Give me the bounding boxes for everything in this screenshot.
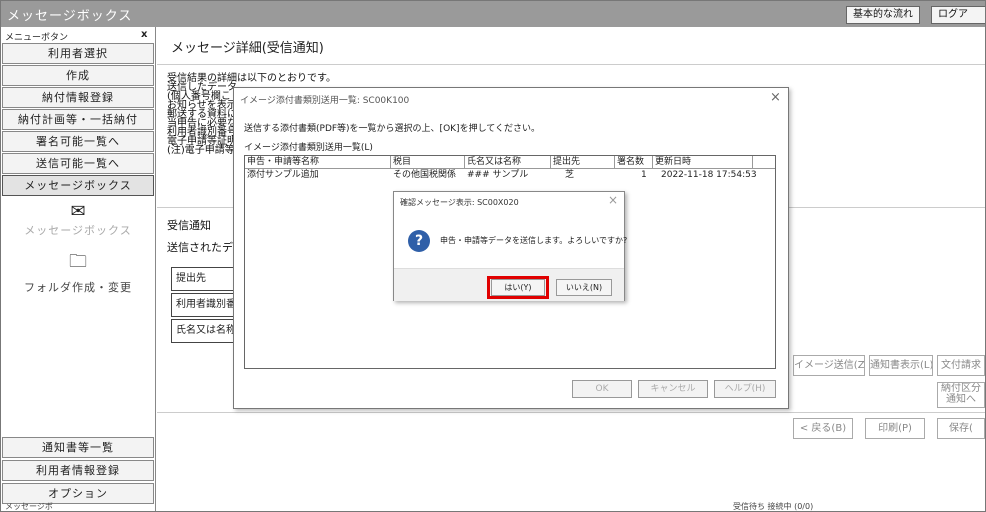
cell: 2022-11-18 17:54:53 <box>661 170 757 180</box>
help-button[interactable]: ヘルプ(H) <box>714 380 776 398</box>
sidebar-item-message-box[interactable]: メッセージボックス <box>2 175 154 196</box>
section-label: 受信通知 <box>167 219 211 232</box>
dialog-title: 確認メッセージ表示: SC00X020 <box>400 198 519 207</box>
column-header[interactable]: 申告・申請等名称 <box>245 156 391 169</box>
status-bar: メッセージボ 受信待ち 接続中 (0/0) <box>1 501 985 511</box>
cell: その他国税関係 <box>393 170 457 180</box>
dialog-title: イメージ添付書類別送用一覧: SC00K100 <box>240 96 410 106</box>
sidebar-close-icon[interactable]: x <box>141 29 147 40</box>
dialog-footer: はい(Y) いいえ(N) <box>394 268 624 301</box>
notice-display-button[interactable]: 通知書表示(L) <box>869 355 933 376</box>
sidebar-icon-folder[interactable]: 🗀 フォルダ作成・変更 <box>1 249 155 295</box>
logout-button[interactable]: ログア <box>931 6 985 24</box>
sidebar-item-notice-list[interactable]: 通知書等一覧 <box>2 437 154 458</box>
list-header: 申告・申請等名称 税目 氏名又は名称 提出先 署名数 更新日時 <box>245 156 775 169</box>
sidebar-icon-message-box[interactable]: ✉ メッセージボックス <box>1 201 155 238</box>
cancel-button[interactable]: キャンセル <box>638 380 708 398</box>
table-row[interactable]: 添付サンプル追加 その他国税関係 ### サンプル 芝 1 2022-11-18… <box>245 169 775 181</box>
confirm-message: 申告・申請等データを送信します。よろしいですか? <box>440 236 628 245</box>
sidebar: メニューボタン x 利用者選択 作成 納付情報登録 納付計画等・一括納付 署名可… <box>1 27 156 511</box>
bg-text-line: (注)電子申請等 <box>167 145 235 156</box>
status-left: メッセージボ <box>5 502 53 511</box>
question-icon: ? <box>408 230 430 252</box>
close-icon[interactable]: × <box>608 193 618 207</box>
list-label: イメージ添付書類別送用一覧(L) <box>244 143 373 153</box>
divider <box>157 412 985 413</box>
folder-icon: 🗀 <box>69 251 87 272</box>
column-header[interactable]: 提出先 <box>551 156 615 169</box>
image-send-button[interactable]: イメージ送信(Z) <box>793 355 865 376</box>
no-button[interactable]: いいえ(N) <box>556 279 612 296</box>
column-header[interactable]: 署名数 <box>615 156 653 169</box>
status-right: 受信待ち 接続中 (0/0) <box>733 502 814 511</box>
app-window: メッセージボックス 基本的な流れ ログア メニューボタン x 利用者選択 作成 … <box>0 0 986 512</box>
sidebar-item-payment-plan[interactable]: 納付計画等・一括納付 <box>2 109 154 130</box>
confirm-dialog: 確認メッセージ表示: SC00X020 × ? 申告・申請等データを送信します。… <box>393 191 628 301</box>
column-header[interactable]: 更新日時 <box>653 156 753 169</box>
window-title: メッセージボックス <box>7 9 133 24</box>
sidebar-item-user-info[interactable]: 利用者情報登録 <box>2 460 154 481</box>
sidebar-item-create[interactable]: 作成 <box>2 65 154 86</box>
sidebar-item-user-select[interactable]: 利用者選択 <box>2 43 154 64</box>
divider <box>157 64 985 65</box>
dialog-instruction: 送信する添付書類(PDF等)を一覧から選択の上、[OK]を押してください。 <box>244 124 541 134</box>
back-button[interactable]: < 戻る(B) <box>793 418 853 439</box>
cell: 添付サンプル追加 <box>247 170 319 180</box>
mail-icon: ✉ <box>70 201 86 222</box>
save-button[interactable]: 保存( <box>937 418 985 439</box>
cell: 芝 <box>565 170 575 180</box>
print-button[interactable]: 印刷(P) <box>865 418 925 439</box>
close-icon[interactable]: × <box>770 90 781 105</box>
basic-flow-button[interactable]: 基本的な流れ <box>846 6 920 24</box>
column-header[interactable]: 税目 <box>391 156 465 169</box>
sidebar-icon-label: メッセージボックス <box>24 224 132 237</box>
page-title: メッセージ詳細(受信通知) <box>171 41 324 56</box>
payment-class-button[interactable]: 納付区分 通知へ <box>937 382 985 408</box>
title-bar: メッセージボックス 基本的な流れ ログア <box>1 1 985 27</box>
sidebar-icon-label: フォルダ作成・変更 <box>24 281 132 294</box>
issue-request-button[interactable]: 文付請求 <box>937 355 985 376</box>
sidebar-item-sendable-list[interactable]: 送信可能一覧へ <box>2 153 154 174</box>
cell: ### サンプル <box>467 170 529 180</box>
sidebar-menu-label: メニューボタン <box>5 33 69 43</box>
ok-button[interactable]: OK <box>572 380 632 398</box>
cell: 1 <box>641 170 647 180</box>
sidebar-item-payment-info[interactable]: 納付情報登録 <box>2 87 154 108</box>
sidebar-item-signable-list[interactable]: 署名可能一覧へ <box>2 131 154 152</box>
yes-button[interactable]: はい(Y) <box>491 279 545 296</box>
column-header[interactable]: 氏名又は名称 <box>465 156 551 169</box>
